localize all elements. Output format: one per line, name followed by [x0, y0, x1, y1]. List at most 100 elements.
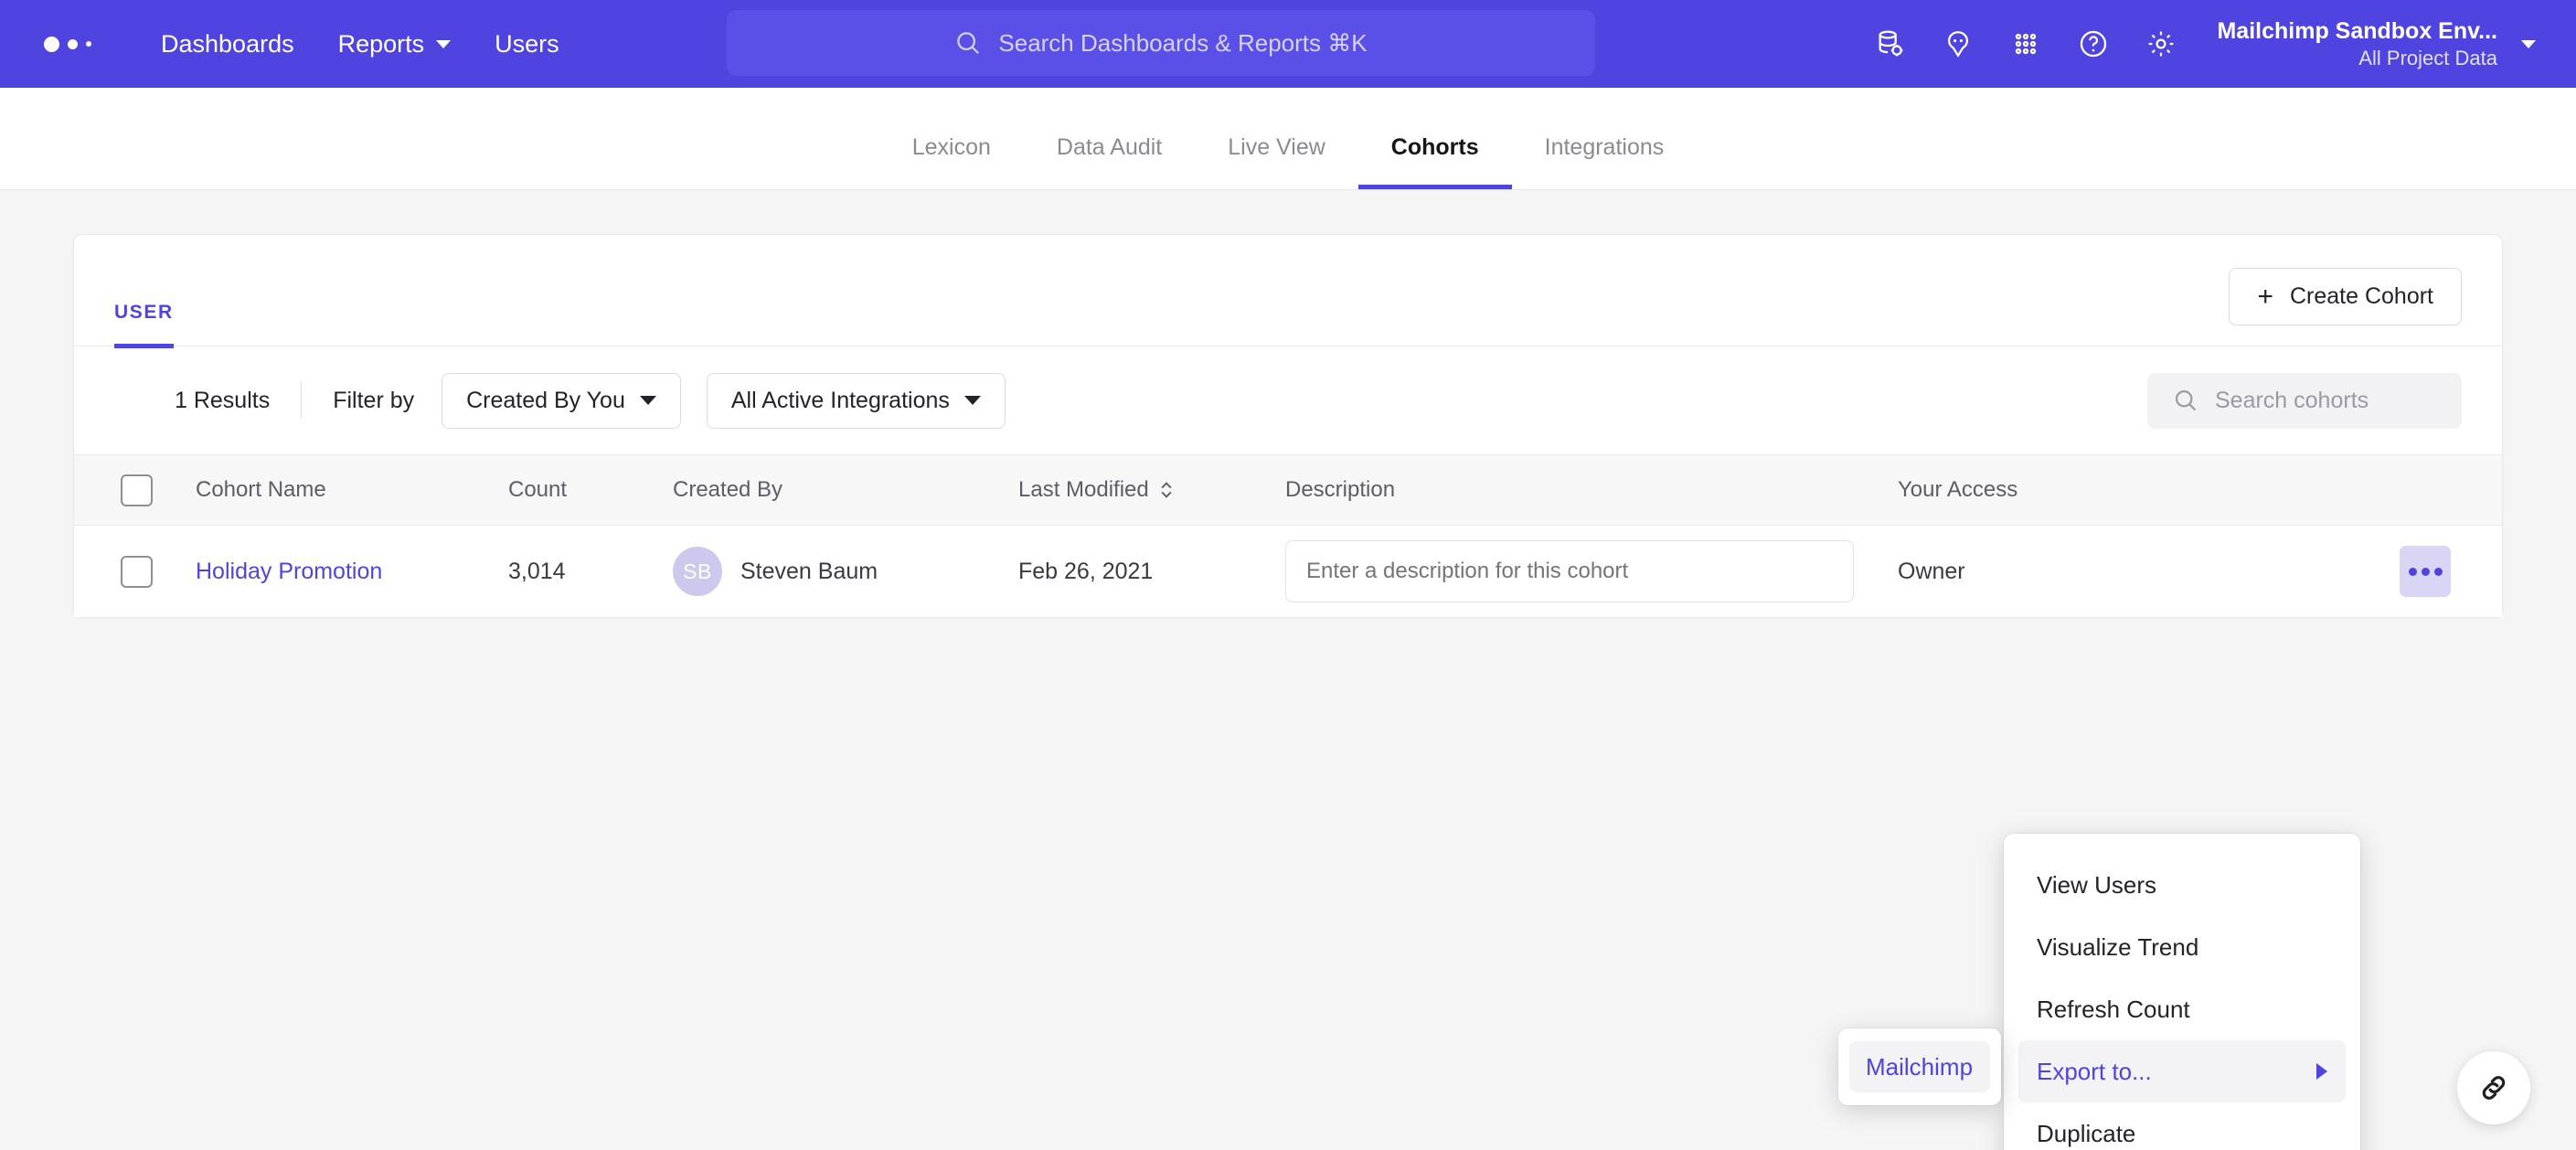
- entity-tab-user-label: USER: [114, 302, 174, 323]
- chevron-down-icon: [436, 39, 452, 48]
- avatar: SB: [673, 547, 722, 596]
- search-cohorts-input[interactable]: Search cohorts: [2147, 372, 2462, 429]
- create-cohort-label: Create Cohort: [2289, 283, 2433, 309]
- logo-dot-medium: [68, 38, 78, 49]
- integrations-filter-label: All Active Integrations: [730, 387, 950, 413]
- primary-nav-links: Dashboards Reports Users: [139, 21, 581, 68]
- help-circle-icon[interactable]: [2060, 10, 2127, 78]
- column-header-created-by[interactable]: Created By: [673, 477, 1018, 503]
- tab-lexicon-label: Lexicon: [911, 134, 991, 160]
- top-right-actions: Mailchimp Sandbox Env... All Project Dat…: [1857, 10, 2543, 78]
- entity-tab-user[interactable]: USER: [114, 302, 174, 348]
- tab-integrations[interactable]: Integrations: [1512, 134, 1698, 189]
- cohorts-page: USER + Create Cohort 1 Results Filter by…: [0, 190, 2576, 1150]
- database-settings-icon[interactable]: [1857, 10, 1924, 78]
- submenu-item-mailchimp[interactable]: Mailchimp: [1849, 1041, 1990, 1092]
- project-selector[interactable]: Mailchimp Sandbox Env... All Project Dat…: [2217, 17, 2543, 71]
- create-cohort-button[interactable]: + Create Cohort: [2229, 268, 2462, 325]
- apps-grid-icon[interactable]: [1992, 10, 2060, 78]
- integrations-filter-dropdown[interactable]: All Active Integrations: [706, 372, 1006, 429]
- your-access-cell: Owner: [1898, 558, 1965, 584]
- global-search-bar[interactable]: Search Dashboards & Reports ⌘K: [727, 10, 1595, 76]
- menu-item-export-to-label: Export to...: [2037, 1057, 2152, 1085]
- nav-item-users-label: Users: [495, 29, 559, 58]
- select-all-checkbox[interactable]: [121, 474, 153, 506]
- column-header-count[interactable]: Count: [508, 477, 673, 503]
- nav-item-reports[interactable]: Reports: [316, 21, 474, 68]
- menu-item-duplicate[interactable]: Duplicate: [2018, 1102, 2346, 1150]
- chevron-down-icon: [963, 396, 981, 405]
- chat-bubble-icon[interactable]: [1924, 10, 1992, 78]
- menu-item-refresh-count[interactable]: Refresh Count: [2018, 978, 2346, 1040]
- last-modified-cell: Feb 26, 2021: [1018, 558, 1154, 584]
- ellipsis-icon[interactable]: [2400, 546, 2451, 597]
- sort-updown-icon: [1158, 480, 1175, 500]
- menu-item-refresh-count-label: Refresh Count: [2037, 995, 2190, 1023]
- created-by-cell: SB Steven Baum: [673, 547, 1018, 596]
- cohorts-card-header: USER + Create Cohort: [74, 235, 2502, 348]
- menu-item-visualize-trend-label: Visualize Trend: [2037, 932, 2199, 961]
- filter-by-label: Filter by: [333, 387, 415, 413]
- column-header-cohort-name[interactable]: Cohort Name: [188, 477, 508, 503]
- nav-item-users[interactable]: Users: [473, 21, 581, 68]
- cohorts-card: USER + Create Cohort 1 Results Filter by…: [73, 234, 2503, 618]
- results-count: 1 Results: [175, 387, 271, 413]
- cohort-name-cell: Holiday Promotion: [188, 559, 508, 585]
- search-icon: [2175, 389, 2197, 411]
- row-actions-cell: [2254, 546, 2502, 597]
- project-selector-text: Mailchimp Sandbox Env... All Project Dat…: [2217, 17, 2497, 71]
- row-context-menu: View Users Visualize Trend Refresh Count…: [2004, 834, 2360, 1150]
- column-header-last-modified[interactable]: Last Modified: [1018, 477, 1285, 503]
- submenu-item-mailchimp-label: Mailchimp: [1866, 1052, 1974, 1081]
- filter-toolbar: 1 Results Filter by Created By You All A…: [74, 346, 2502, 454]
- nav-item-reports-label: Reports: [337, 29, 425, 58]
- plus-icon: +: [2257, 281, 2273, 312]
- nav-item-dashboards[interactable]: Dashboards: [139, 21, 316, 68]
- cohort-count-cell: 3,014: [508, 558, 566, 584]
- cohorts-table-header: Cohort Name Count Created By Last Modifi…: [74, 454, 2502, 526]
- project-name: Mailchimp Sandbox Env...: [2217, 17, 2497, 44]
- tab-cohorts[interactable]: Cohorts: [1357, 134, 1512, 189]
- global-search-placeholder: Search Dashboards & Reports ⌘K: [998, 28, 1368, 57]
- menu-item-visualize-trend[interactable]: Visualize Trend: [2018, 916, 2346, 978]
- table-row[interactable]: Holiday Promotion 3,014 SB Steven Baum F…: [74, 526, 2502, 617]
- tab-integrations-label: Integrations: [1544, 134, 1665, 160]
- select-all-cell: [74, 474, 188, 506]
- search-icon: [957, 32, 980, 55]
- menu-item-export-to[interactable]: Export to...: [2018, 1040, 2346, 1102]
- export-submenu: Mailchimp: [1838, 1028, 2001, 1105]
- description-input[interactable]: [1285, 540, 1854, 602]
- menu-item-view-users-label: View Users: [2037, 870, 2157, 899]
- created-by-filter-dropdown[interactable]: Created By You: [442, 372, 681, 429]
- tab-live-view[interactable]: Live View: [1195, 134, 1358, 189]
- tab-cohorts-label: Cohorts: [1390, 134, 1479, 160]
- description-cell: [1285, 540, 1898, 602]
- chevron-down-icon: [639, 396, 656, 405]
- chevron-right-icon: [2316, 1063, 2327, 1080]
- created-by-name: Steven Baum: [740, 558, 878, 584]
- section-tab-bar: Lexicon Data Audit Live View Cohorts Int…: [0, 88, 2576, 190]
- menu-item-duplicate-label: Duplicate: [2037, 1119, 2136, 1147]
- toolbar-divider: [301, 382, 303, 419]
- mixpanel-logo[interactable]: [33, 36, 106, 52]
- menu-item-view-users[interactable]: View Users: [2018, 854, 2346, 916]
- column-header-last-modified-label: Last Modified: [1018, 477, 1149, 502]
- cohort-name-link[interactable]: Holiday Promotion: [196, 559, 382, 584]
- gear-icon[interactable]: [2127, 10, 2195, 78]
- section-tabs: Lexicon Data Audit Live View Cohorts Int…: [879, 134, 1698, 189]
- tab-lexicon[interactable]: Lexicon: [879, 134, 1024, 189]
- search-cohorts-placeholder: Search cohorts: [2215, 387, 2369, 413]
- tab-live-view-label: Live View: [1228, 134, 1325, 160]
- column-header-your-access: Your Access: [1898, 477, 2018, 502]
- tab-data-audit-label: Data Audit: [1056, 134, 1163, 160]
- column-header-created-by-label: Created By: [673, 477, 783, 502]
- created-by-filter-label: Created By You: [466, 387, 625, 413]
- tab-data-audit[interactable]: Data Audit: [1024, 134, 1195, 189]
- link-chain-icon[interactable]: [2457, 1051, 2530, 1124]
- chevron-down-icon: [2521, 39, 2536, 48]
- logo-dot-small: [86, 41, 91, 47]
- row-checkbox[interactable]: [121, 555, 153, 588]
- project-subtitle: All Project Data: [2358, 46, 2497, 69]
- row-select-cell: [74, 555, 188, 588]
- column-header-description: Description: [1285, 477, 1396, 502]
